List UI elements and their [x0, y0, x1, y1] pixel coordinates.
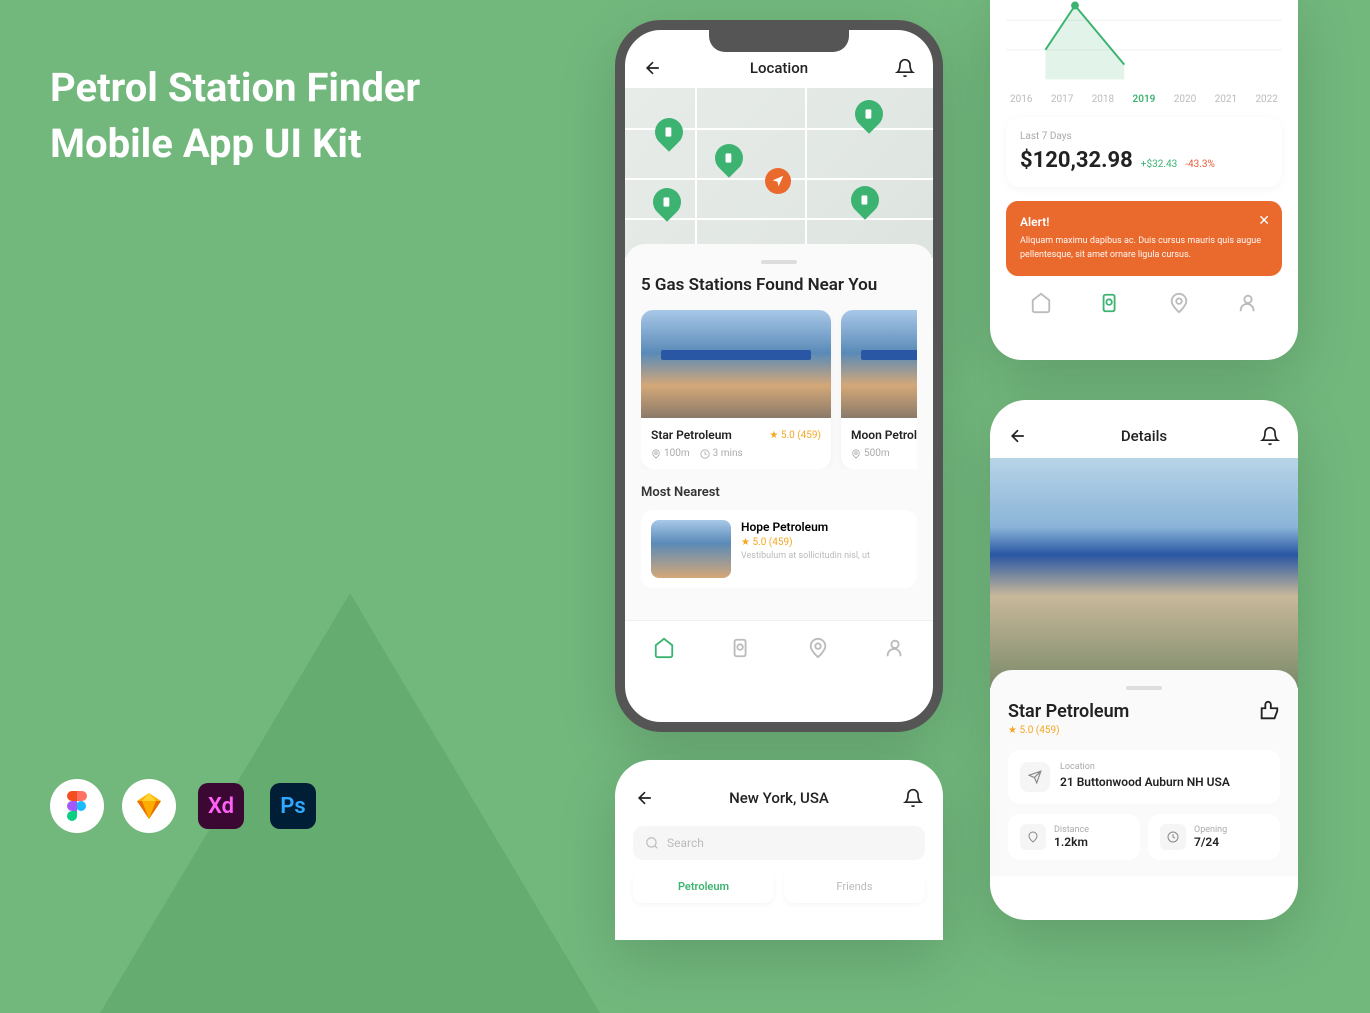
list-item-desc: Vestibulum at sollicitudin nisl, ut	[741, 551, 907, 561]
bell-icon[interactable]	[895, 58, 915, 78]
section-label: Most Nearest	[641, 485, 917, 500]
location-label: Location	[1060, 762, 1230, 772]
bell-icon[interactable]	[1260, 426, 1280, 446]
distance-chip[interactable]: Distance1.2km	[1008, 814, 1140, 860]
location-icon[interactable]	[807, 637, 829, 659]
send-icon	[1020, 762, 1050, 792]
tabs-row: Petroleum Friends	[633, 870, 925, 903]
fuel-icon[interactable]	[1099, 292, 1121, 314]
alert-box: ✕ Alert! Aliquam maximu dapibus ac. Duis…	[1006, 201, 1282, 276]
chart-area	[1006, 0, 1282, 80]
station-cards-row[interactable]: Star Petroleum ★ 5.0 (459) 100m 3 mins M…	[641, 310, 917, 469]
phone-details-screen: Details Star Petroleum ★ 5.0 (459) Locat…	[990, 400, 1298, 920]
alert-title: Alert!	[1020, 215, 1268, 229]
search-icon	[645, 836, 659, 850]
station-pin-icon[interactable]	[649, 112, 689, 152]
tab-petroleum[interactable]: Petroleum	[633, 870, 774, 903]
figma-icon	[50, 779, 104, 833]
profile-icon[interactable]	[1237, 292, 1259, 314]
location-address: 21 Buttonwood Auburn NH USA	[1060, 775, 1230, 789]
stats-label: Last 7 Days	[1020, 131, 1268, 142]
phone-location-screen: Location 5 Gas Stations Found Near You S…	[615, 20, 943, 732]
distance-meta: 100m	[651, 448, 690, 459]
sketch-icon	[122, 779, 176, 833]
station-image	[641, 310, 831, 418]
list-item-name: Hope Petroleum	[741, 520, 907, 534]
station-name: Star Petroleum	[651, 428, 732, 442]
location-icon[interactable]	[1168, 292, 1190, 314]
tool-icons-row: Xd Ps	[50, 779, 320, 833]
profile-icon[interactable]	[884, 637, 906, 659]
phone3-title: Details	[1121, 427, 1167, 445]
station-pin-icon[interactable]	[709, 138, 749, 178]
home-icon[interactable]	[653, 637, 675, 659]
sheet-handle[interactable]	[1126, 686, 1162, 690]
home-icon[interactable]	[1030, 292, 1052, 314]
back-arrow-icon[interactable]	[1008, 426, 1028, 446]
station-thumb	[651, 520, 731, 578]
phone4-title: New York, USA	[729, 789, 829, 807]
bottom-sheet: 5 Gas Stations Found Near You Star Petro…	[625, 244, 933, 674]
stats-card: Last 7 Days $120,32.98 +$32.43 -43.3%	[1006, 117, 1282, 187]
star-rating: ★ 5.0 (459)	[769, 430, 821, 441]
station-image	[841, 310, 917, 418]
tab-friends[interactable]: Friends	[784, 870, 925, 903]
detail-sheet: Star Petroleum ★ 5.0 (459) Location 21 B…	[990, 670, 1298, 876]
star-rating: ★ 5.0 (459)	[741, 537, 907, 548]
current-location-icon[interactable]	[765, 168, 791, 194]
hero-line2: Mobile App UI Kit	[50, 116, 420, 172]
list-item[interactable]: Hope Petroleum ★ 5.0 (459) Vestibulum at…	[641, 510, 917, 588]
phone1-title: Location	[750, 59, 808, 77]
bell-icon[interactable]	[903, 788, 923, 808]
station-card[interactable]: Moon Petrol 500m	[841, 310, 917, 469]
map-area[interactable]	[625, 88, 933, 258]
location-card[interactable]: Location 21 Buttonwood Auburn NH USA	[1008, 750, 1280, 804]
stats-value: $120,32.98	[1020, 148, 1133, 173]
phone-notch	[709, 30, 849, 52]
back-arrow-icon[interactable]	[643, 58, 663, 78]
thumbs-up-icon[interactable]	[1258, 700, 1280, 722]
phone4-header: New York, USA	[615, 760, 943, 820]
phone-stats-screen: 2016 2017 2018 2019 2020 2021 2022 Last …	[990, 0, 1298, 360]
station-name: Moon Petrol	[851, 428, 917, 442]
bottom-nav	[625, 620, 933, 674]
time-meta: 3 mins	[700, 448, 743, 459]
search-placeholder: Search	[667, 836, 704, 850]
phone-search-screen: New York, USA Search Petroleum Friends	[615, 760, 943, 940]
opening-chip[interactable]: Opening7/24	[1148, 814, 1280, 860]
line-chart	[1006, 0, 1282, 80]
search-input[interactable]: Search	[633, 826, 925, 860]
back-arrow-icon[interactable]	[635, 788, 655, 808]
clock-icon	[1160, 824, 1186, 850]
sheet-handle[interactable]	[761, 260, 797, 264]
stats-change-down: -43.3%	[1185, 159, 1215, 170]
close-icon[interactable]: ✕	[1258, 213, 1270, 229]
pin-icon	[1020, 824, 1046, 850]
ps-icon: Ps	[270, 783, 316, 829]
chart-x-axis: 2016 2017 2018 2019 2020 2021 2022	[1006, 94, 1282, 105]
xd-icon: Xd	[198, 783, 244, 829]
detail-station-name: Star Petroleum	[1008, 701, 1129, 722]
star-rating: ★ 5.0 (459)	[1008, 725, 1280, 736]
hero-title: Petrol Station Finder Mobile App UI Kit	[50, 60, 420, 172]
fuel-icon[interactable]	[730, 637, 752, 659]
detail-hero-image	[990, 458, 1298, 688]
sheet-title: 5 Gas Stations Found Near You	[641, 274, 917, 296]
stats-change-up: +$32.43	[1141, 159, 1177, 170]
phone3-header: Details	[990, 400, 1298, 458]
hero-line1: Petrol Station Finder	[50, 60, 420, 116]
distance-meta: 500m	[851, 448, 890, 459]
alert-text: Aliquam maximu dapibus ac. Duis cursus m…	[1020, 235, 1268, 262]
station-pin-icon[interactable]	[845, 180, 885, 220]
bottom-nav	[1006, 292, 1282, 314]
station-card[interactable]: Star Petroleum ★ 5.0 (459) 100m 3 mins	[641, 310, 831, 469]
station-pin-icon[interactable]	[647, 182, 687, 222]
